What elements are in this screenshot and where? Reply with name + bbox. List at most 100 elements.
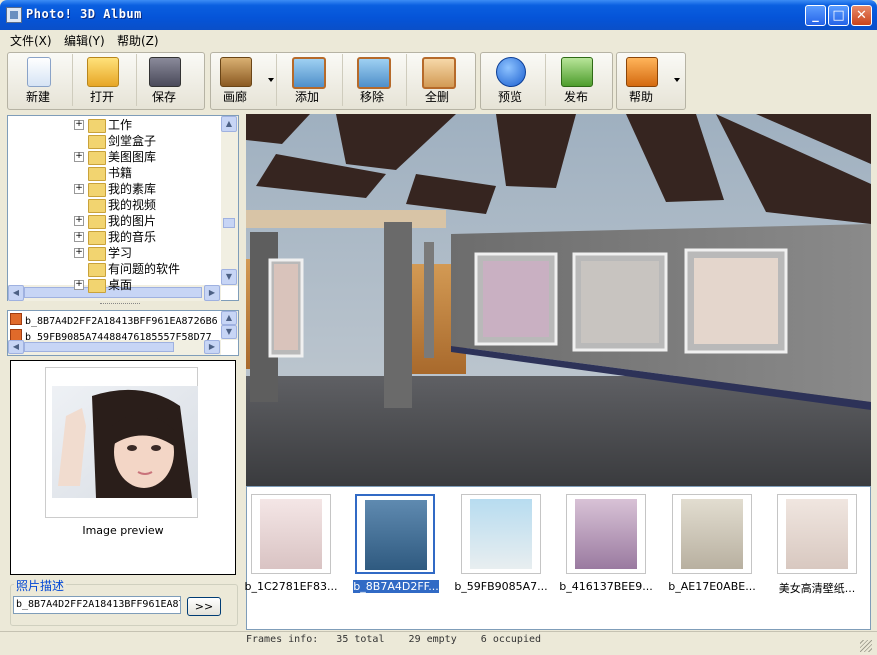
maximize-button[interactable]: □ [828,5,849,26]
scroll-left-arrow-icon[interactable]: ◀ [8,340,24,354]
preview-caption: Image preview [82,524,164,537]
file-list[interactable]: b_8B7A4D2FF2A18413BFF961EA8726B6 b_59FB9… [7,310,239,356]
publish-button[interactable]: 发布 [547,54,605,108]
folder-icon [88,135,106,149]
tree-item[interactable]: + 我的音乐 [8,229,223,245]
remove-photo-button[interactable]: 移除 [344,54,400,108]
thumbnail-label[interactable]: b_59FB9085A7... [446,580,556,593]
image-file-icon [10,313,22,325]
help-dropdown-arrow-icon[interactable] [674,78,680,82]
menu-edit[interactable]: 编辑(Y) [64,32,105,49]
folder-icon [88,151,106,165]
save-button[interactable]: 保存 [136,54,192,108]
toolbar-separator [342,54,343,106]
tree-item-label: 桌面 [108,278,133,292]
open-button[interactable]: 打开 [74,54,130,108]
scroll-up-arrow-icon[interactable]: ▲ [221,116,237,132]
preview-button[interactable]: 预览 [482,54,538,108]
thumbnail-6[interactable] [777,494,857,574]
thumbnail-label[interactable]: b_1C2781EF83... [236,580,346,593]
thumbnail-label[interactable]: 美女高清壁纸... [762,580,872,596]
folder-icon [88,279,106,293]
tree-item-label: 书籍 [108,166,133,180]
minimize-button[interactable]: _ [805,5,826,26]
help-button[interactable]: 帮助 [618,54,664,108]
scroll-right-arrow-icon[interactable]: ▶ [204,340,220,354]
file-list-vertical-scrollbar[interactable]: ▲ ▼ [221,311,238,340]
scroll-down-arrow-icon[interactable]: ▼ [221,269,237,285]
expand-plus-icon[interactable]: + [74,280,84,290]
thumbnail-2[interactable] [355,494,435,574]
new-button[interactable]: 新建 [10,54,66,108]
description-next-button[interactable]: >> [187,597,221,616]
gallery-dropdown-arrow-icon[interactable] [268,78,274,82]
pane-splitter[interactable] [100,303,140,307]
expand-plus-icon[interactable]: + [74,232,84,242]
description-input[interactable]: b_8B7A4D2FF2A18413BFF961EA87 [13,596,181,614]
tree-item-label: 美图图库 [108,150,157,164]
frames-info: Frames info: 35 total 29 empty 6 occupie… [246,634,542,645]
expand-plus-icon[interactable]: + [74,216,84,226]
tree-item[interactable]: + 工作 [8,117,223,133]
menu-help[interactable]: 帮助(Z) [117,32,159,49]
folder-icon [88,167,106,181]
expand-plus-icon[interactable]: + [74,120,84,130]
scroll-up-arrow-icon[interactable]: ▲ [221,311,237,325]
preview-image [52,386,198,498]
folder-icon [88,119,106,133]
tree-item[interactable]: + 我的素库 [8,181,223,197]
tree-item[interactable]: 书籍 [8,165,223,181]
resize-grip-icon[interactable] [860,640,872,652]
thumbnail-4[interactable] [566,494,646,574]
remove-photo-button-label: 移除 [359,90,384,104]
thumbnail-3[interactable] [461,494,541,574]
thumbnail-label[interactable]: b_416137BEE9... [551,580,661,593]
expand-plus-icon[interactable]: + [74,184,84,194]
file-list-horizontal-scrollbar[interactable]: ◀ ▶ [8,340,221,355]
3d-gallery-view[interactable] [246,114,871,486]
clear-all-button-label: 全删 [424,90,449,104]
folder-tree[interactable]: ▲ ▼ ◀ ▶ + 工作 剑堂盒子 + 美图图库 书籍 + 我的素库 我的视频 + 我的图片 + 我的音… [7,115,239,301]
tree-item[interactable]: + 学习 [8,245,223,261]
folder-icon [88,183,106,197]
tree-scroll-thumb[interactable] [223,218,235,228]
expand-plus-icon[interactable]: + [74,248,84,258]
tree-item[interactable]: 有问题的软件 [8,261,223,277]
scroll-down-arrow-icon[interactable]: ▼ [221,325,237,339]
file-list-hscroll-thumb[interactable] [24,342,174,352]
toolbar-separator [276,54,277,106]
thumbnail-image [575,499,637,569]
tree-item-label: 工作 [108,118,133,132]
close-button[interactable]: ✕ [851,5,872,26]
thumbnail-image [470,499,532,569]
save-disk-icon [149,57,181,87]
tree-item[interactable]: + 桌面 [8,277,223,293]
thumbnail-5[interactable] [672,494,752,574]
thumbnail-label[interactable]: b_AE17E0ABE... [657,580,767,593]
file-list-item[interactable]: b_8B7A4D2FF2A18413BFF961EA8726B6 [10,313,220,327]
tree-item[interactable]: + 美图图库 [8,149,223,165]
description-legend: 照片描述 [14,577,67,594]
publish-box-icon [561,57,593,87]
folder-icon [88,231,106,245]
thumbnail-1[interactable] [251,494,331,574]
menu-file[interactable]: 文件(X) [10,32,52,49]
preview-button-label: 预览 [497,90,522,104]
add-photo-button[interactable]: 添加 [278,54,336,108]
tree-vertical-scrollbar[interactable]: ▲ ▼ [221,116,238,286]
help-button-label: 帮助 [628,90,653,104]
gallery-button[interactable]: 画廊 [212,54,258,108]
thumbnail-image [681,499,743,569]
tree-item[interactable]: 我的视频 [8,197,223,213]
folder-icon [88,247,106,261]
tree-item-label: 剑堂盒子 [108,134,157,148]
expand-plus-icon[interactable]: + [74,152,84,162]
thumbnail-label-selected[interactable]: b_8B7A4D2FF... [341,580,451,593]
save-button-label: 保存 [151,90,176,104]
open-button-label: 打开 [89,90,114,104]
clear-all-button[interactable]: 全删 [408,54,466,108]
tree-item[interactable]: + 我的图片 [8,213,223,229]
app-icon[interactable] [6,7,22,23]
play-preview-icon [496,57,526,87]
tree-item[interactable]: 剑堂盒子 [8,133,223,149]
